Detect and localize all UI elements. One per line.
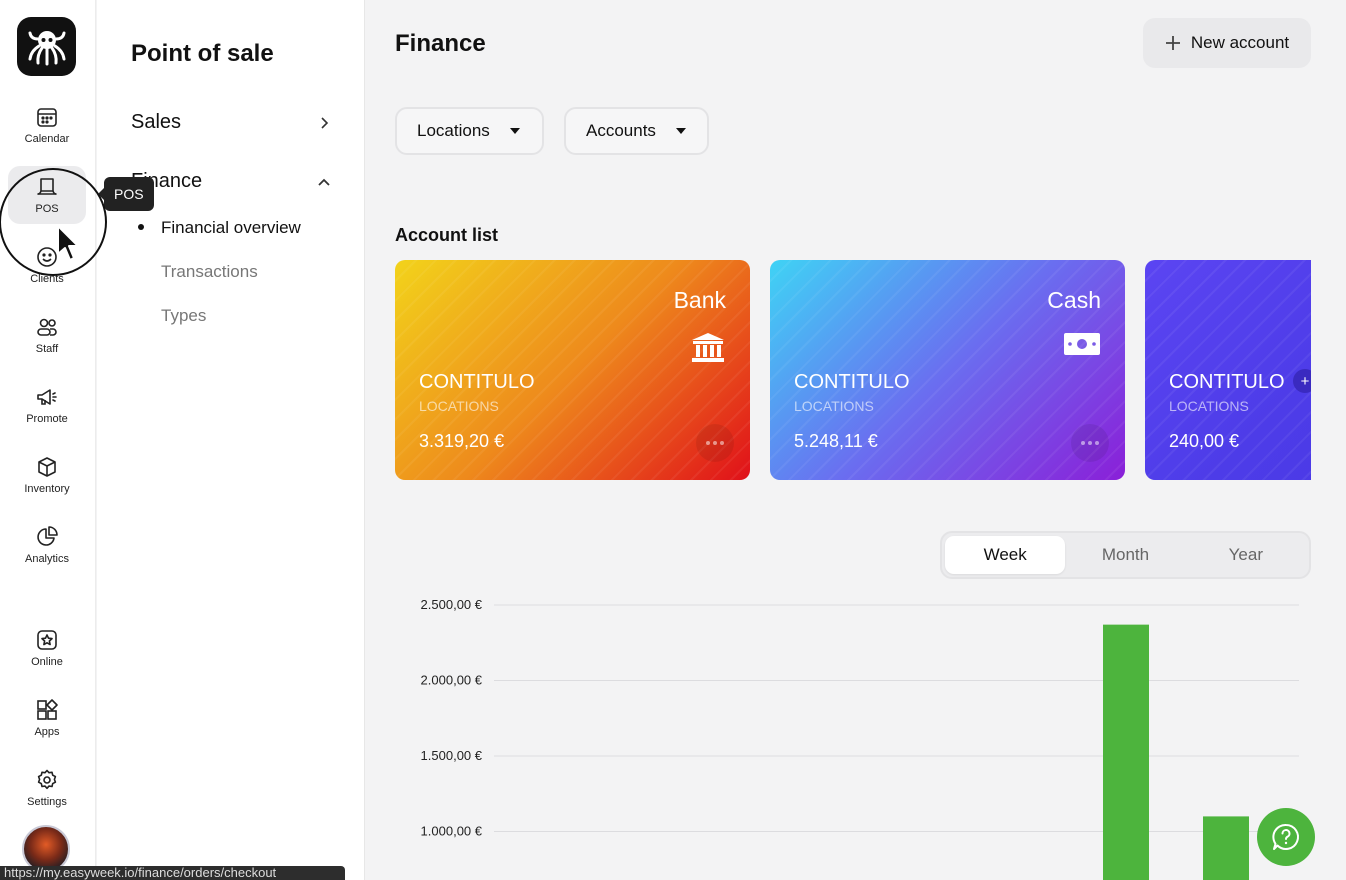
chevron-right-icon: [321, 116, 329, 129]
megaphone-icon: [37, 389, 57, 405]
account-card-3[interactable]: CONTITULO + LOCATIONS 240,00 €: [1145, 260, 1311, 480]
accounts-dropdown[interactable]: Accounts: [564, 107, 709, 155]
box-icon: [38, 457, 56, 477]
account-cards: Bank CONTITULO LOCATIONS 3.319,20 € Cash…: [395, 260, 1311, 480]
dropdown-label: Locations: [417, 121, 490, 140]
pie-chart-icon: [37, 526, 58, 546]
nav-section-label: Sales: [131, 111, 182, 133]
cash-icon: [1064, 333, 1100, 355]
gear-icon: [37, 769, 57, 790]
apps-icon: [37, 699, 58, 720]
y-tick-label: 1.500,00 €: [421, 748, 483, 763]
account-name: CONTITULO: [1169, 371, 1285, 393]
rail-item-pos[interactable]: POS: [8, 166, 86, 224]
account-subtitle: LOCATIONS: [794, 398, 874, 414]
help-button[interactable]: [1257, 808, 1315, 866]
nav-title: Point of sale: [131, 40, 274, 67]
add-badge-icon[interactable]: +: [1293, 369, 1311, 393]
rail-label: Settings: [27, 796, 67, 808]
rail-label: POS: [35, 203, 59, 215]
rail-item-inventory[interactable]: Inventory: [8, 446, 86, 504]
account-list-title: Account list: [395, 225, 499, 245]
card-more-button[interactable]: [696, 424, 734, 462]
people-icon: [37, 318, 57, 336]
rail-item-calendar[interactable]: Calendar: [8, 96, 86, 154]
icon-rail: Calendar POS Clients Staff Promote Inven…: [0, 0, 96, 880]
account-type: Bank: [673, 287, 726, 313]
rail-label: Staff: [35, 343, 59, 355]
rail-item-staff[interactable]: Staff: [8, 306, 86, 364]
account-name: CONTITULO: [794, 371, 910, 393]
account-name: CONTITULO: [419, 371, 535, 393]
nav-section-finance[interactable]: Finance: [131, 170, 331, 193]
rail-item-online[interactable]: Online: [8, 619, 86, 677]
rail-label: Inventory: [24, 483, 70, 495]
active-bullet: [138, 224, 144, 230]
bank-icon: [692, 333, 724, 362]
nav-item-financial-overview[interactable]: Financial overview: [161, 218, 301, 238]
pos-tooltip: POS: [98, 177, 154, 211]
account-balance: 3.319,20 €: [419, 431, 505, 451]
octopus-logo-icon: [28, 30, 65, 65]
period-toggle: Week Month Year: [940, 531, 1311, 579]
account-balance: 5.248,11 €: [794, 431, 878, 451]
nav-item-types[interactable]: Types: [161, 306, 206, 326]
rail-item-settings[interactable]: Settings: [8, 759, 86, 817]
plus-icon: [1165, 36, 1180, 50]
period-year[interactable]: Year: [1186, 536, 1306, 574]
account-subtitle: LOCATIONS: [1169, 398, 1249, 414]
dropdown-label: Accounts: [586, 121, 656, 140]
account-balance: 240,00 €: [1169, 431, 1240, 451]
y-tick-label: 2.500,00 €: [421, 597, 483, 612]
status-bar-url: https://my.easyweek.io/finance/orders/ch…: [0, 866, 345, 880]
secondary-nav: Point of sale Sales Finance Financial ov…: [97, 0, 365, 880]
card-more-button[interactable]: [1071, 424, 1109, 462]
account-card-bank[interactable]: Bank CONTITULO LOCATIONS 3.319,20 €: [395, 260, 750, 480]
period-month[interactable]: Month: [1065, 536, 1185, 574]
new-account-label: New account: [1190, 33, 1290, 52]
locations-dropdown[interactable]: Locations: [395, 107, 544, 155]
rail-label: Calendar: [24, 133, 70, 145]
nav-item-transactions[interactable]: Transactions: [161, 262, 258, 282]
y-tick-label: 2.000,00 €: [421, 673, 483, 688]
finance-bar-chart: 2.500,00 € 2.000,00 € 1.500,00 € 1.000,00 €: [421, 597, 1299, 880]
rail-label: Analytics: [24, 553, 70, 565]
mouse-cursor-icon: [57, 225, 79, 261]
main-content: Finance New account Locations Accounts A…: [366, 0, 1346, 880]
rail-label: Online: [31, 656, 63, 668]
pos-icon: [37, 178, 57, 195]
chart-bar[interactable]: [1103, 624, 1149, 880]
star-badge-icon: [37, 630, 57, 650]
chart-bar[interactable]: [1203, 816, 1249, 880]
account-type: Cash: [1047, 287, 1101, 313]
rail-label: Clients: [30, 273, 64, 285]
app-logo[interactable]: [17, 17, 76, 76]
help-chat-icon: [1272, 823, 1299, 850]
y-tick-label: 1.000,00 €: [421, 824, 483, 839]
rail-label: Promote: [26, 413, 68, 425]
chevron-up-icon: [318, 178, 330, 186]
page-title: Finance: [395, 30, 486, 57]
rail-item-apps[interactable]: Apps: [8, 689, 86, 747]
calendar-icon: [37, 108, 57, 127]
caret-down-icon: [675, 128, 686, 134]
rail-item-promote[interactable]: Promote: [8, 376, 86, 434]
account-subtitle: LOCATIONS: [419, 398, 499, 414]
nav-section-sales[interactable]: Sales: [131, 111, 331, 134]
caret-down-icon: [509, 128, 520, 134]
rail-label: Apps: [34, 726, 60, 738]
period-week[interactable]: Week: [945, 536, 1066, 574]
new-account-button[interactable]: New account: [1143, 18, 1311, 68]
rail-item-analytics[interactable]: Analytics: [8, 516, 86, 574]
account-card-cash[interactable]: Cash CONTITULO LOCATIONS 5.248,11 €: [770, 260, 1125, 480]
